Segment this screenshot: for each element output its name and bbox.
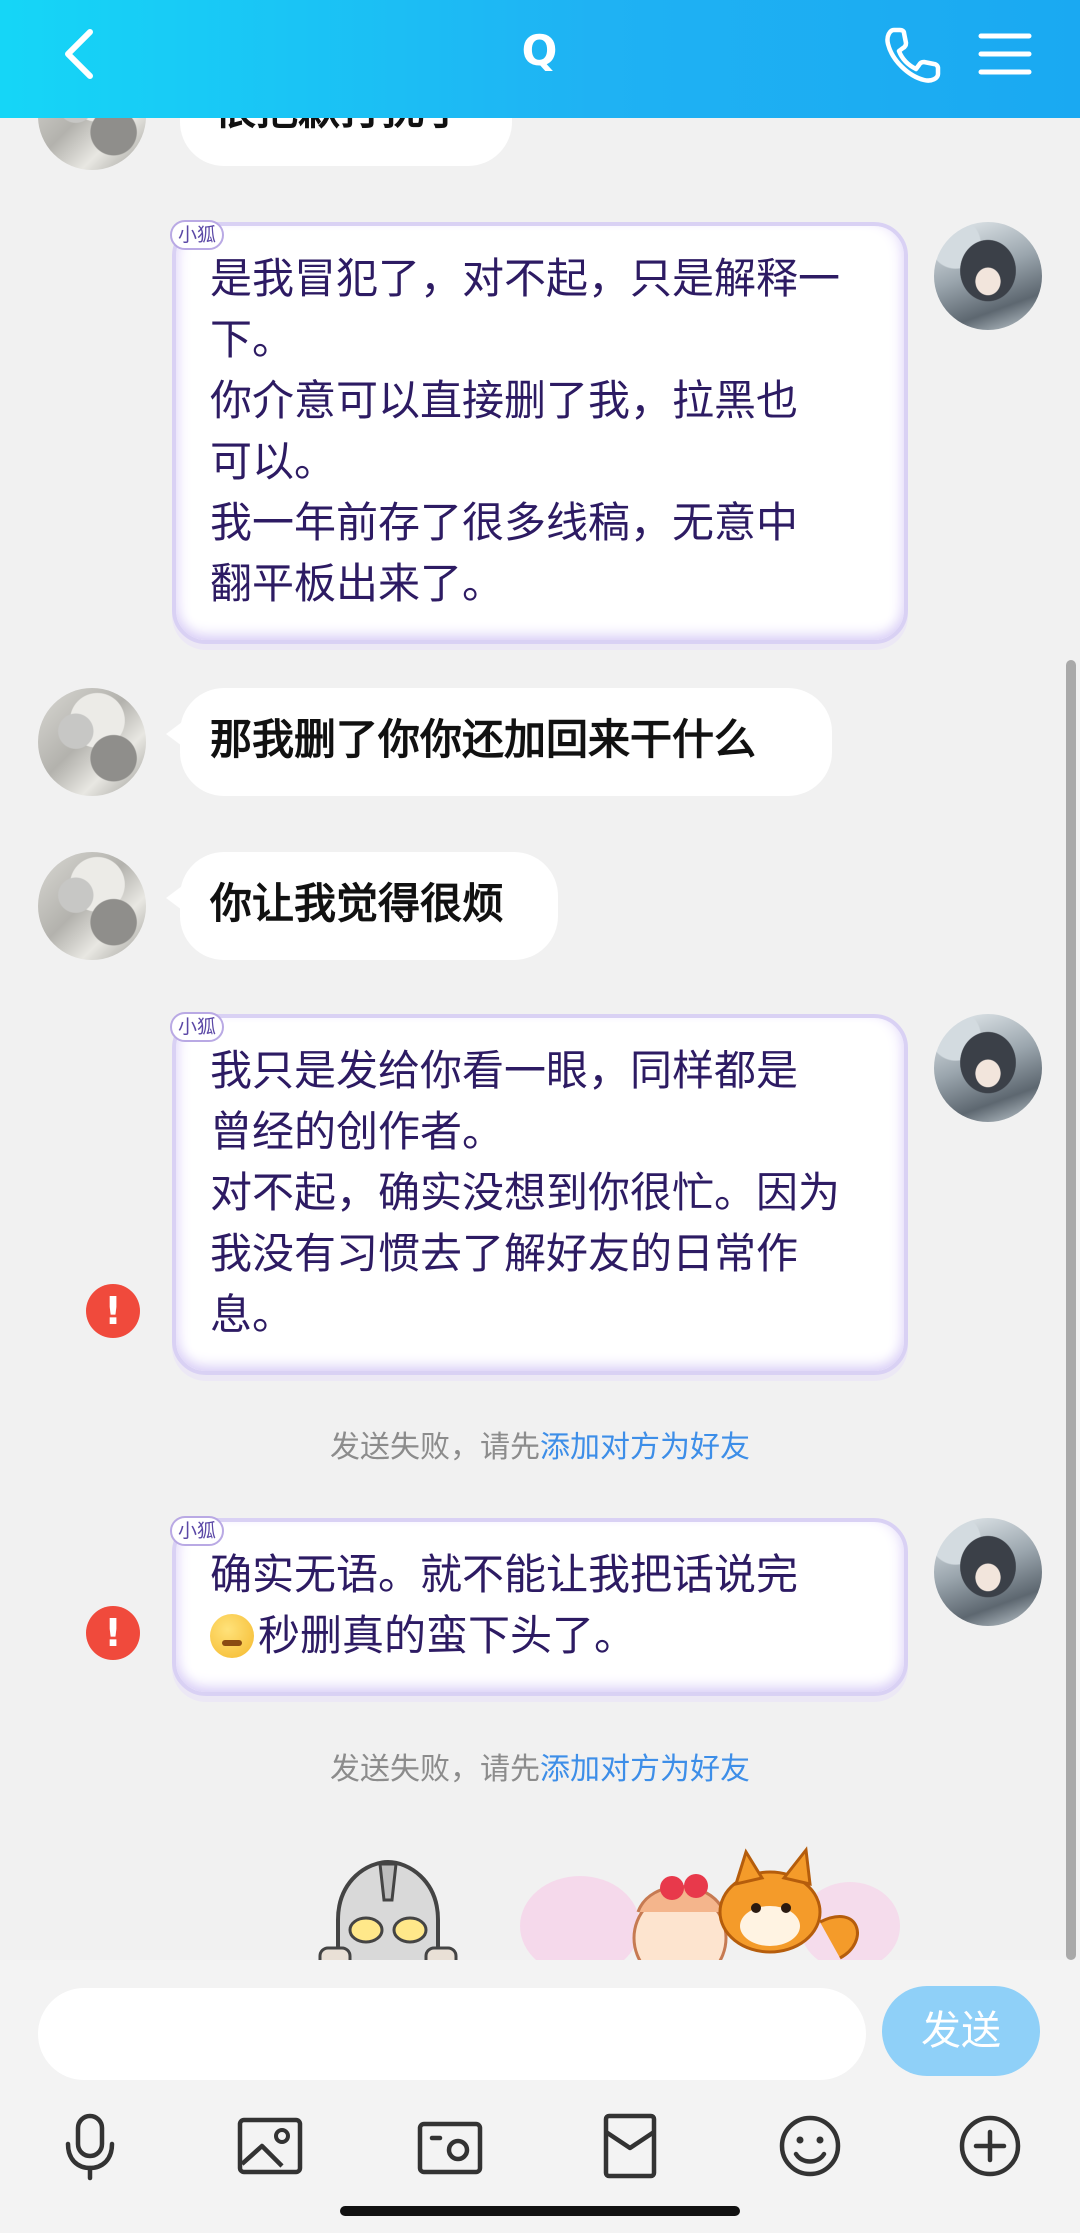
scrollbar[interactable] (1066, 660, 1076, 1960)
message-line: 确实无语。就不能让我把话说完 (210, 1550, 799, 1599)
message-bubble[interactable]: 小狐 确实无语。就不能让我把话说完 秒删真的蛮下头了。 (170, 1516, 908, 1696)
contact-avatar[interactable] (38, 852, 146, 960)
my-avatar[interactable] (934, 1518, 1042, 1626)
message-line: 息。 (210, 1290, 295, 1339)
bubble-tag: 小狐 (170, 1012, 225, 1042)
message-line: 可以。 (210, 437, 337, 486)
fox-girl-sticker-icon (520, 1846, 900, 1960)
message-text: 那我删了你你还加回来干什么 (210, 715, 757, 764)
contact-avatar[interactable] (38, 118, 146, 170)
phone-icon[interactable] (880, 22, 946, 88)
my-avatar[interactable] (934, 1014, 1042, 1122)
send-failed-icon[interactable]: ! (86, 1284, 140, 1338)
chat-list[interactable]: 很抱歉打扰了 小狐 是我冒犯了，对不起，只是解释一 下。 你介意可以直接删了我，… (0, 118, 1080, 1960)
send-button[interactable]: 发送 (882, 1986, 1040, 2076)
message-line: 你介意可以直接删了我，拉黑也 (210, 376, 799, 425)
message-line: 是我冒犯了，对不起，只是解释一 (210, 254, 841, 303)
message-line: 对不起，确实没想到你很忙。因为 (210, 1168, 841, 1217)
menu-icon[interactable] (975, 24, 1035, 84)
message-bubble[interactable]: 很抱歉打扰了 (180, 118, 512, 166)
notice-text: 发送失败，请先 (330, 1430, 540, 1465)
grimace-emoji-icon (210, 1614, 254, 1658)
image-icon[interactable] (234, 2110, 306, 2182)
camera-icon[interactable] (414, 2110, 486, 2182)
send-failed-notice: 发送失败，请先添加对方为好友 (0, 1422, 1080, 1466)
message-bubble[interactable]: 小狐 我只是发给你看一眼，同样都是 曾经的创作者。 对不起，确实没想到你很忙。因… (170, 1012, 908, 1375)
title-bar: Q (0, 0, 1080, 118)
ultraman-sticker-icon (318, 1860, 458, 1960)
message-line: 我只是发给你看一眼，同样都是 (210, 1046, 799, 1095)
add-friend-link[interactable]: 添加对方为好友 (540, 1752, 750, 1787)
send-failed-notice: 发送失败，请先添加对方为好友 (0, 1744, 1080, 1788)
plus-icon[interactable] (954, 2110, 1026, 2182)
message-input[interactable] (38, 1988, 866, 2080)
home-indicator[interactable] (340, 2206, 740, 2216)
message-line: 曾经的创作者。 (210, 1107, 505, 1156)
add-friend-link[interactable]: 添加对方为好友 (540, 1430, 750, 1465)
message-line: 下。 (210, 315, 295, 364)
message-bubble[interactable]: 那我删了你你还加回来干什么 (166, 688, 832, 796)
bubble-tag: 小狐 (170, 1516, 225, 1546)
bubble-tag: 小狐 (170, 220, 225, 250)
message-bubble[interactable]: 小狐 是我冒犯了，对不起，只是解释一 下。 你介意可以直接删了我，拉黑也 可以。… (170, 220, 908, 644)
contact-avatar[interactable] (38, 688, 146, 796)
message-text: 你让我觉得很烦 (210, 879, 505, 928)
notice-text: 发送失败，请先 (330, 1752, 540, 1787)
message-text: 很抱歉打扰了 (214, 118, 466, 134)
message-line: 我没有习惯去了解好友的日常作 (210, 1229, 799, 1278)
input-bar: 发送 (0, 1960, 1080, 2100)
message-line: 秒删真的蛮下头了。 (210, 1605, 874, 1666)
red-packet-icon[interactable] (594, 2110, 666, 2182)
message-line: 我一年前存了很多线稿，无意中 (210, 498, 799, 547)
send-failed-icon[interactable]: ! (86, 1606, 140, 1660)
emoji-icon[interactable] (774, 2110, 846, 2182)
microphone-icon[interactable] (54, 2110, 126, 2182)
my-avatar[interactable] (934, 222, 1042, 330)
message-line: 翻平板出来了。 (210, 559, 505, 608)
message-line-text: 秒删真的蛮下头了。 (258, 1611, 637, 1660)
message-bubble[interactable]: 你让我觉得很烦 (166, 852, 558, 960)
